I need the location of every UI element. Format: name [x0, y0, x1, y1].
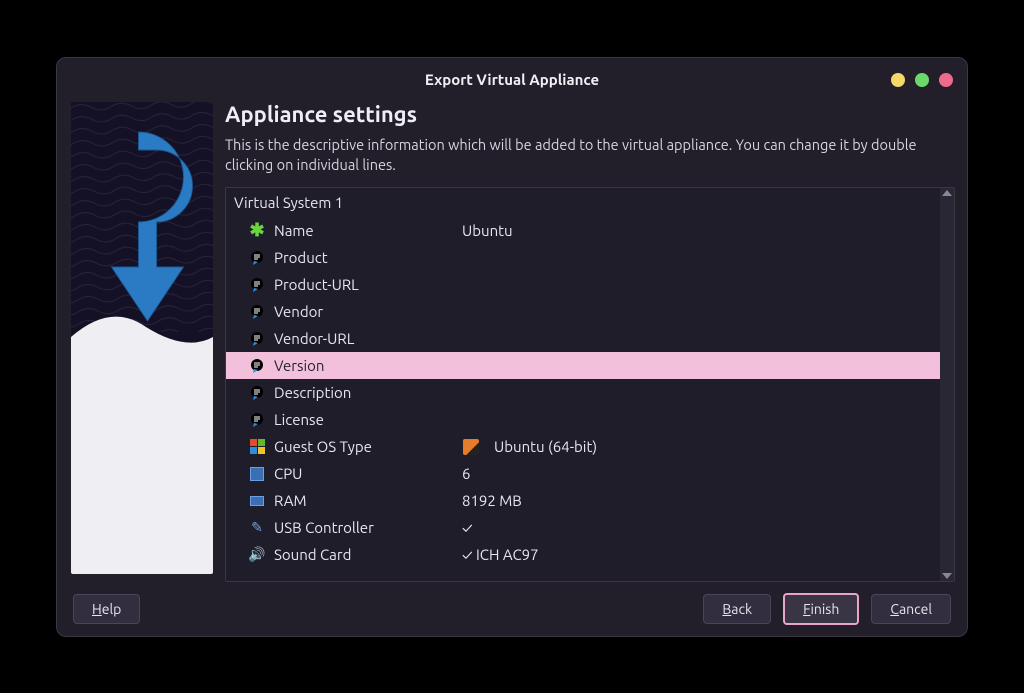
property-label: Description — [274, 384, 462, 401]
help-button[interactable]: Help — [73, 594, 140, 624]
property-value: Ubuntu — [462, 222, 513, 239]
property-row-guest-os-type[interactable]: Guest OS TypeUbuntu (64-bit) — [226, 433, 940, 460]
property-label: Guest OS Type — [274, 438, 462, 455]
maximize-dot[interactable] — [915, 73, 929, 87]
property-value: 8192 MB — [462, 492, 522, 509]
main-panel: Appliance settings This is the descripti… — [225, 102, 967, 582]
scrollbar[interactable] — [940, 188, 954, 580]
property-label: RAM — [274, 492, 462, 509]
property-value: ✓ — [462, 519, 473, 536]
back-button[interactable]: Back — [703, 594, 771, 624]
property-value: 6 — [462, 465, 470, 482]
cpu-icon — [248, 465, 266, 483]
property-label: License — [274, 411, 462, 428]
finish-button[interactable]: Finish — [783, 593, 859, 625]
speech-bubble-icon — [248, 357, 266, 375]
property-label: Version — [274, 357, 462, 374]
property-value: ✓ ICH AC97 — [462, 546, 539, 563]
property-row-vendor-url[interactable]: Vendor-URL — [226, 325, 940, 352]
property-label: Product-URL — [274, 276, 462, 293]
property-row-ram[interactable]: RAM8192 MB — [226, 487, 940, 514]
speech-bubble-icon — [248, 330, 266, 348]
property-label: Name — [274, 222, 462, 239]
wizard-watermark — [71, 102, 213, 574]
speech-bubble-icon — [248, 411, 266, 429]
ubuntu-os-icon — [462, 438, 480, 456]
property-row-license[interactable]: License — [226, 406, 940, 433]
os-type-icon — [248, 438, 266, 456]
dialog-content: Appliance settings This is the descripti… — [57, 102, 967, 582]
speech-bubble-icon — [248, 303, 266, 321]
scroll-down-arrow-icon[interactable] — [942, 573, 952, 579]
page-heading: Appliance settings — [225, 102, 955, 127]
speech-bubble-icon — [248, 384, 266, 402]
properties-list[interactable]: Virtual System 1 ✱ NameUbuntuProduct Produc… — [226, 188, 940, 580]
property-label: Sound Card — [274, 546, 462, 563]
cancel-button[interactable]: Cancel — [871, 594, 951, 624]
property-row-cpu[interactable]: CPU6 — [226, 460, 940, 487]
property-row-version[interactable]: Version — [226, 352, 940, 379]
sound-icon: 🔊 — [248, 546, 266, 564]
property-row-vendor[interactable]: Vendor — [226, 298, 940, 325]
property-label: CPU — [274, 465, 462, 482]
property-row-sound-card[interactable]: 🔊 Sound Card✓ ICH AC97 — [226, 541, 940, 568]
property-row-usb-controller[interactable]: ✎ USB Controller✓ — [226, 514, 940, 541]
property-row-name[interactable]: ✱ NameUbuntu — [226, 217, 940, 244]
window-title: Export Virtual Appliance — [425, 71, 599, 88]
asterisk-icon: ✱ — [248, 222, 266, 240]
virtual-system-group[interactable]: Virtual System 1 — [226, 188, 940, 217]
property-row-description[interactable]: Description — [226, 379, 940, 406]
page-description: This is the descriptive information whic… — [225, 135, 955, 176]
property-row-product-url[interactable]: Product-URL — [226, 271, 940, 298]
scroll-up-arrow-icon[interactable] — [942, 190, 952, 196]
dialog-footer: Help Back Finish Cancel — [57, 582, 967, 636]
properties-table: Virtual System 1 ✱ NameUbuntuProduct Produc… — [225, 187, 955, 581]
speech-bubble-icon — [248, 276, 266, 294]
property-row-product[interactable]: Product — [226, 244, 940, 271]
property-label: USB Controller — [274, 519, 462, 536]
ram-icon — [248, 492, 266, 510]
property-label: Product — [274, 249, 462, 266]
titlebar: Export Virtual Appliance — [57, 58, 967, 102]
property-value: Ubuntu (64-bit) — [462, 438, 597, 456]
export-appliance-dialog: Export Virtual Appliance — [56, 57, 968, 637]
window-controls — [891, 73, 953, 87]
close-dot[interactable] — [939, 73, 953, 87]
property-label: Vendor — [274, 303, 462, 320]
minimize-dot[interactable] — [891, 73, 905, 87]
property-label: Vendor-URL — [274, 330, 462, 347]
speech-bubble-icon — [248, 249, 266, 267]
usb-icon: ✎ — [248, 519, 266, 537]
